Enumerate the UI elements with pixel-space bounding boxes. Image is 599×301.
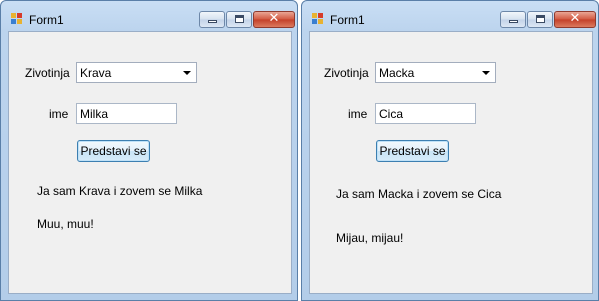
maximize-icon xyxy=(235,15,244,23)
form-window-2: Form1 ✕ Zivotinja Macka ime Cica Predsta… xyxy=(301,0,599,301)
chevron-down-icon[interactable] xyxy=(482,71,490,75)
close-button[interactable]: ✕ xyxy=(554,11,596,28)
animal-label: Zivotinja xyxy=(25,66,70,80)
name-label: ime xyxy=(49,107,69,121)
maximize-button[interactable] xyxy=(226,11,252,28)
form-window-1: Form1 ✕ Zivotinja Krava ime Milka Predst… xyxy=(0,0,298,301)
title-bar[interactable]: Form1 ✕ xyxy=(302,1,598,31)
form-client-area: Zivotinja Macka ime Cica Predstavi se Ja… xyxy=(309,31,593,294)
close-icon: ✕ xyxy=(268,11,280,26)
title-bar[interactable]: Form1 ✕ xyxy=(1,1,297,31)
intro-text: Ja sam Macka i zovem se Cica xyxy=(336,187,502,201)
name-input[interactable]: Cica xyxy=(375,103,476,124)
minimize-icon xyxy=(208,20,217,23)
window-title: Form1 xyxy=(29,13,64,27)
sound-text: Muu, muu! xyxy=(37,217,94,231)
animal-selected-value: Macka xyxy=(379,66,415,80)
introduce-button[interactable]: Predstavi se xyxy=(77,140,150,162)
name-input-value: Milka xyxy=(80,107,109,121)
name-input[interactable]: Milka xyxy=(76,103,177,124)
animal-combobox[interactable]: Krava xyxy=(76,62,197,83)
sound-text: Mijau, mijau! xyxy=(336,231,404,245)
minimize-button[interactable] xyxy=(500,11,526,28)
animal-label: Zivotinja xyxy=(324,66,369,80)
name-label: ime xyxy=(348,107,368,121)
form-app-icon xyxy=(11,13,23,25)
minimize-button[interactable] xyxy=(199,11,225,28)
minimize-icon xyxy=(509,20,518,23)
close-icon: ✕ xyxy=(569,11,581,26)
chevron-down-icon[interactable] xyxy=(183,71,191,75)
form-client-area: Zivotinja Krava ime Milka Predstavi se J… xyxy=(8,31,292,294)
introduce-button[interactable]: Predstavi se xyxy=(376,140,449,162)
name-input-value: Cica xyxy=(379,107,404,121)
maximize-icon xyxy=(536,15,545,23)
close-button[interactable]: ✕ xyxy=(253,11,295,28)
maximize-button[interactable] xyxy=(527,11,553,28)
window-title: Form1 xyxy=(330,13,365,27)
animal-selected-value: Krava xyxy=(80,66,112,80)
intro-text: Ja sam Krava i zovem se Milka xyxy=(37,184,203,198)
form-app-icon xyxy=(312,13,324,25)
animal-combobox[interactable]: Macka xyxy=(375,62,496,83)
